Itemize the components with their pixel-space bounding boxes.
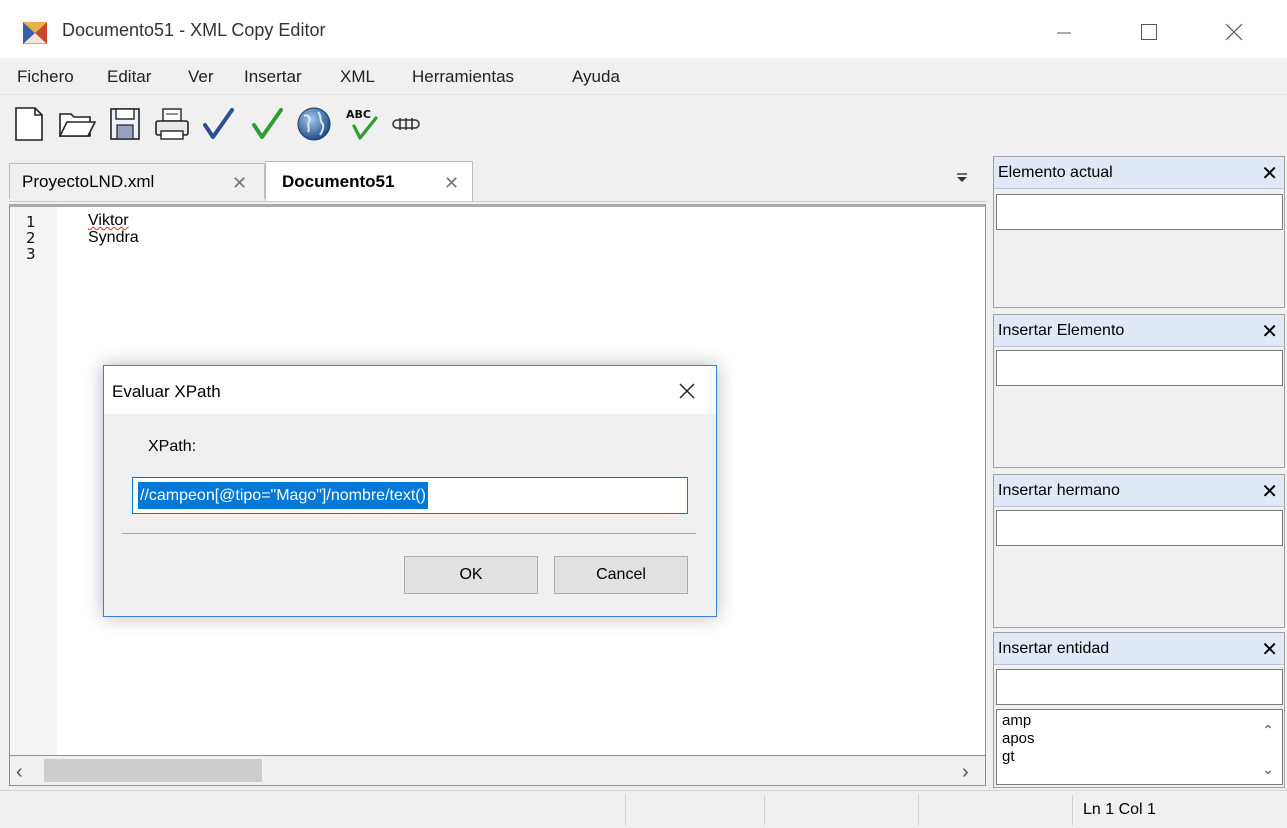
cursor-position: Ln 1 Col 1 <box>1083 801 1156 818</box>
spellcheck-label: ABC <box>346 108 371 121</box>
panel-title: Insertar hermano <box>998 482 1120 499</box>
tab-label: Documento51 <box>282 171 395 191</box>
print-button[interactable] <box>152 104 192 144</box>
title-bar: Documento51 - XML Copy Editor <box>0 0 1287 58</box>
save-button[interactable] <box>105 104 145 144</box>
panel-header: Elemento actual ✕ <box>994 157 1284 189</box>
list-item[interactable]: apos <box>1002 730 1035 747</box>
tab-close-icon[interactable]: ✕ <box>444 173 459 194</box>
maximize-icon <box>1141 24 1157 40</box>
panel-title: Insertar entidad <box>998 640 1110 657</box>
tab-documento51[interactable]: Documento51 ✕ <box>265 161 473 201</box>
panel-header: Insertar Elemento ✕ <box>994 315 1284 347</box>
panel-header: Insertar hermano ✕ <box>994 475 1284 507</box>
scroll-left-icon[interactable]: ‹ <box>16 761 23 784</box>
tab-label: ProyectoLND.xml <box>22 171 155 191</box>
window-title: Documento51 - XML Copy Editor <box>62 20 326 40</box>
print-icon <box>155 108 189 140</box>
dialog-close-button[interactable] <box>672 376 702 406</box>
close-icon <box>679 383 695 399</box>
close-icon[interactable]: ✕ <box>1261 161 1278 186</box>
validate-button[interactable] <box>247 104 287 144</box>
code-line: Syndra <box>88 229 139 246</box>
panel-title: Elemento actual <box>998 164 1113 181</box>
browser-globe-icon <box>297 107 331 141</box>
xpath-label: XPath: <box>148 438 197 455</box>
spellcheck-icon: ABC <box>346 108 378 140</box>
menu-insertar[interactable]: Insertar <box>244 67 302 87</box>
chevron-down-icon[interactable]: ⌄ <box>1262 761 1274 778</box>
panel-insertar-entidad: Insertar entidad ✕ amp apos gt ⌃ ⌄ <box>993 632 1285 788</box>
close-window-button[interactable] <box>1211 14 1257 50</box>
tab-proyectolnd[interactable]: ProyectoLND.xml ✕ <box>9 163 265 199</box>
open-folder-button[interactable] <box>57 104 97 144</box>
app-logo-icon <box>23 22 47 44</box>
panel-insertar-elemento: Insertar Elemento ✕ <box>993 314 1285 468</box>
menu-editar[interactable]: Editar <box>107 67 151 87</box>
xpath-input-value: //campeon[@tipo="Mago"]/nombre/text() <box>138 482 428 509</box>
new-document-icon <box>15 107 43 141</box>
menu-fichero[interactable]: Fichero <box>17 67 74 87</box>
status-divider <box>918 795 919 825</box>
open-folder-icon <box>58 113 96 137</box>
new-document-button[interactable] <box>9 104 49 144</box>
panel-input[interactable] <box>996 194 1283 230</box>
panel-title: Insertar Elemento <box>998 322 1125 339</box>
close-icon <box>1225 23 1243 41</box>
browser-button[interactable] <box>294 104 334 144</box>
check-wellformed-button[interactable] <box>198 104 238 144</box>
dialog-title-bar: Evaluar XPath <box>104 366 716 414</box>
tab-close-icon[interactable]: ✕ <box>232 173 247 194</box>
panel-input[interactable] <box>996 669 1283 705</box>
save-icon <box>110 108 140 140</box>
evaluate-xpath-dialog: Evaluar XPath XPath: //campeon[@tipo="Ma… <box>103 365 717 617</box>
entity-list[interactable]: amp apos gt ⌃ ⌄ <box>996 709 1283 785</box>
menu-ver[interactable]: Ver <box>188 67 214 87</box>
scrollbar-thumb[interactable] <box>44 759 262 782</box>
minimize-button[interactable] <box>1041 14 1087 50</box>
horizontal-scrollbar[interactable]: ‹ › <box>9 756 986 786</box>
maximize-button[interactable] <box>1126 14 1172 50</box>
line-number: 3 <box>26 245 36 263</box>
dialog-title: Evaluar XPath <box>112 382 221 401</box>
close-icon[interactable]: ✕ <box>1261 479 1278 504</box>
scroll-right-icon[interactable]: › <box>962 761 969 784</box>
tab-list-dropdown-icon[interactable] <box>955 170 969 184</box>
xslt-transform-icon <box>392 118 420 130</box>
menu-ayuda[interactable]: Ayuda <box>572 67 620 87</box>
close-icon[interactable]: ✕ <box>1261 637 1278 662</box>
menu-herramientas[interactable]: Herramientas <box>412 67 514 87</box>
status-divider <box>1072 795 1073 825</box>
list-item[interactable]: amp <box>1002 712 1031 729</box>
tab-strip: ProyectoLND.xml ✕ Documento51 ✕ <box>9 156 986 202</box>
cancel-button[interactable]: Cancel <box>554 556 688 594</box>
xpath-input[interactable]: //campeon[@tipo="Mago"]/nombre/text() <box>132 477 688 514</box>
panel-header: Insertar entidad ✕ <box>994 633 1284 665</box>
ok-button[interactable]: OK <box>404 556 538 594</box>
code-line: Viktor <box>88 212 129 229</box>
line-number-gutter <box>10 207 57 755</box>
validate-icon <box>252 108 283 139</box>
panel-input[interactable] <box>996 350 1283 386</box>
xslt-transform-button[interactable] <box>386 104 426 144</box>
chevron-up-icon[interactable]: ⌃ <box>1262 722 1274 739</box>
status-divider <box>625 795 626 825</box>
spellcheck-button[interactable]: ABC <box>342 104 382 144</box>
check-wellformed-icon <box>203 108 234 139</box>
minimize-icon <box>1057 32 1071 34</box>
menu-bar: Fichero Editar Ver Insertar XML Herramie… <box>0 58 1287 94</box>
panel-elemento-actual: Elemento actual ✕ <box>993 156 1285 308</box>
toolbar: ABC <box>0 94 1287 154</box>
status-divider <box>764 795 765 825</box>
panel-insertar-hermano: Insertar hermano ✕ <box>993 474 1285 628</box>
status-bar: Ln 1 Col 1 <box>0 790 1287 828</box>
menu-xml[interactable]: XML <box>340 67 375 87</box>
list-item[interactable]: gt <box>1002 748 1015 765</box>
panel-input[interactable] <box>996 510 1283 546</box>
close-icon[interactable]: ✕ <box>1261 319 1278 344</box>
dialog-divider <box>122 533 696 534</box>
